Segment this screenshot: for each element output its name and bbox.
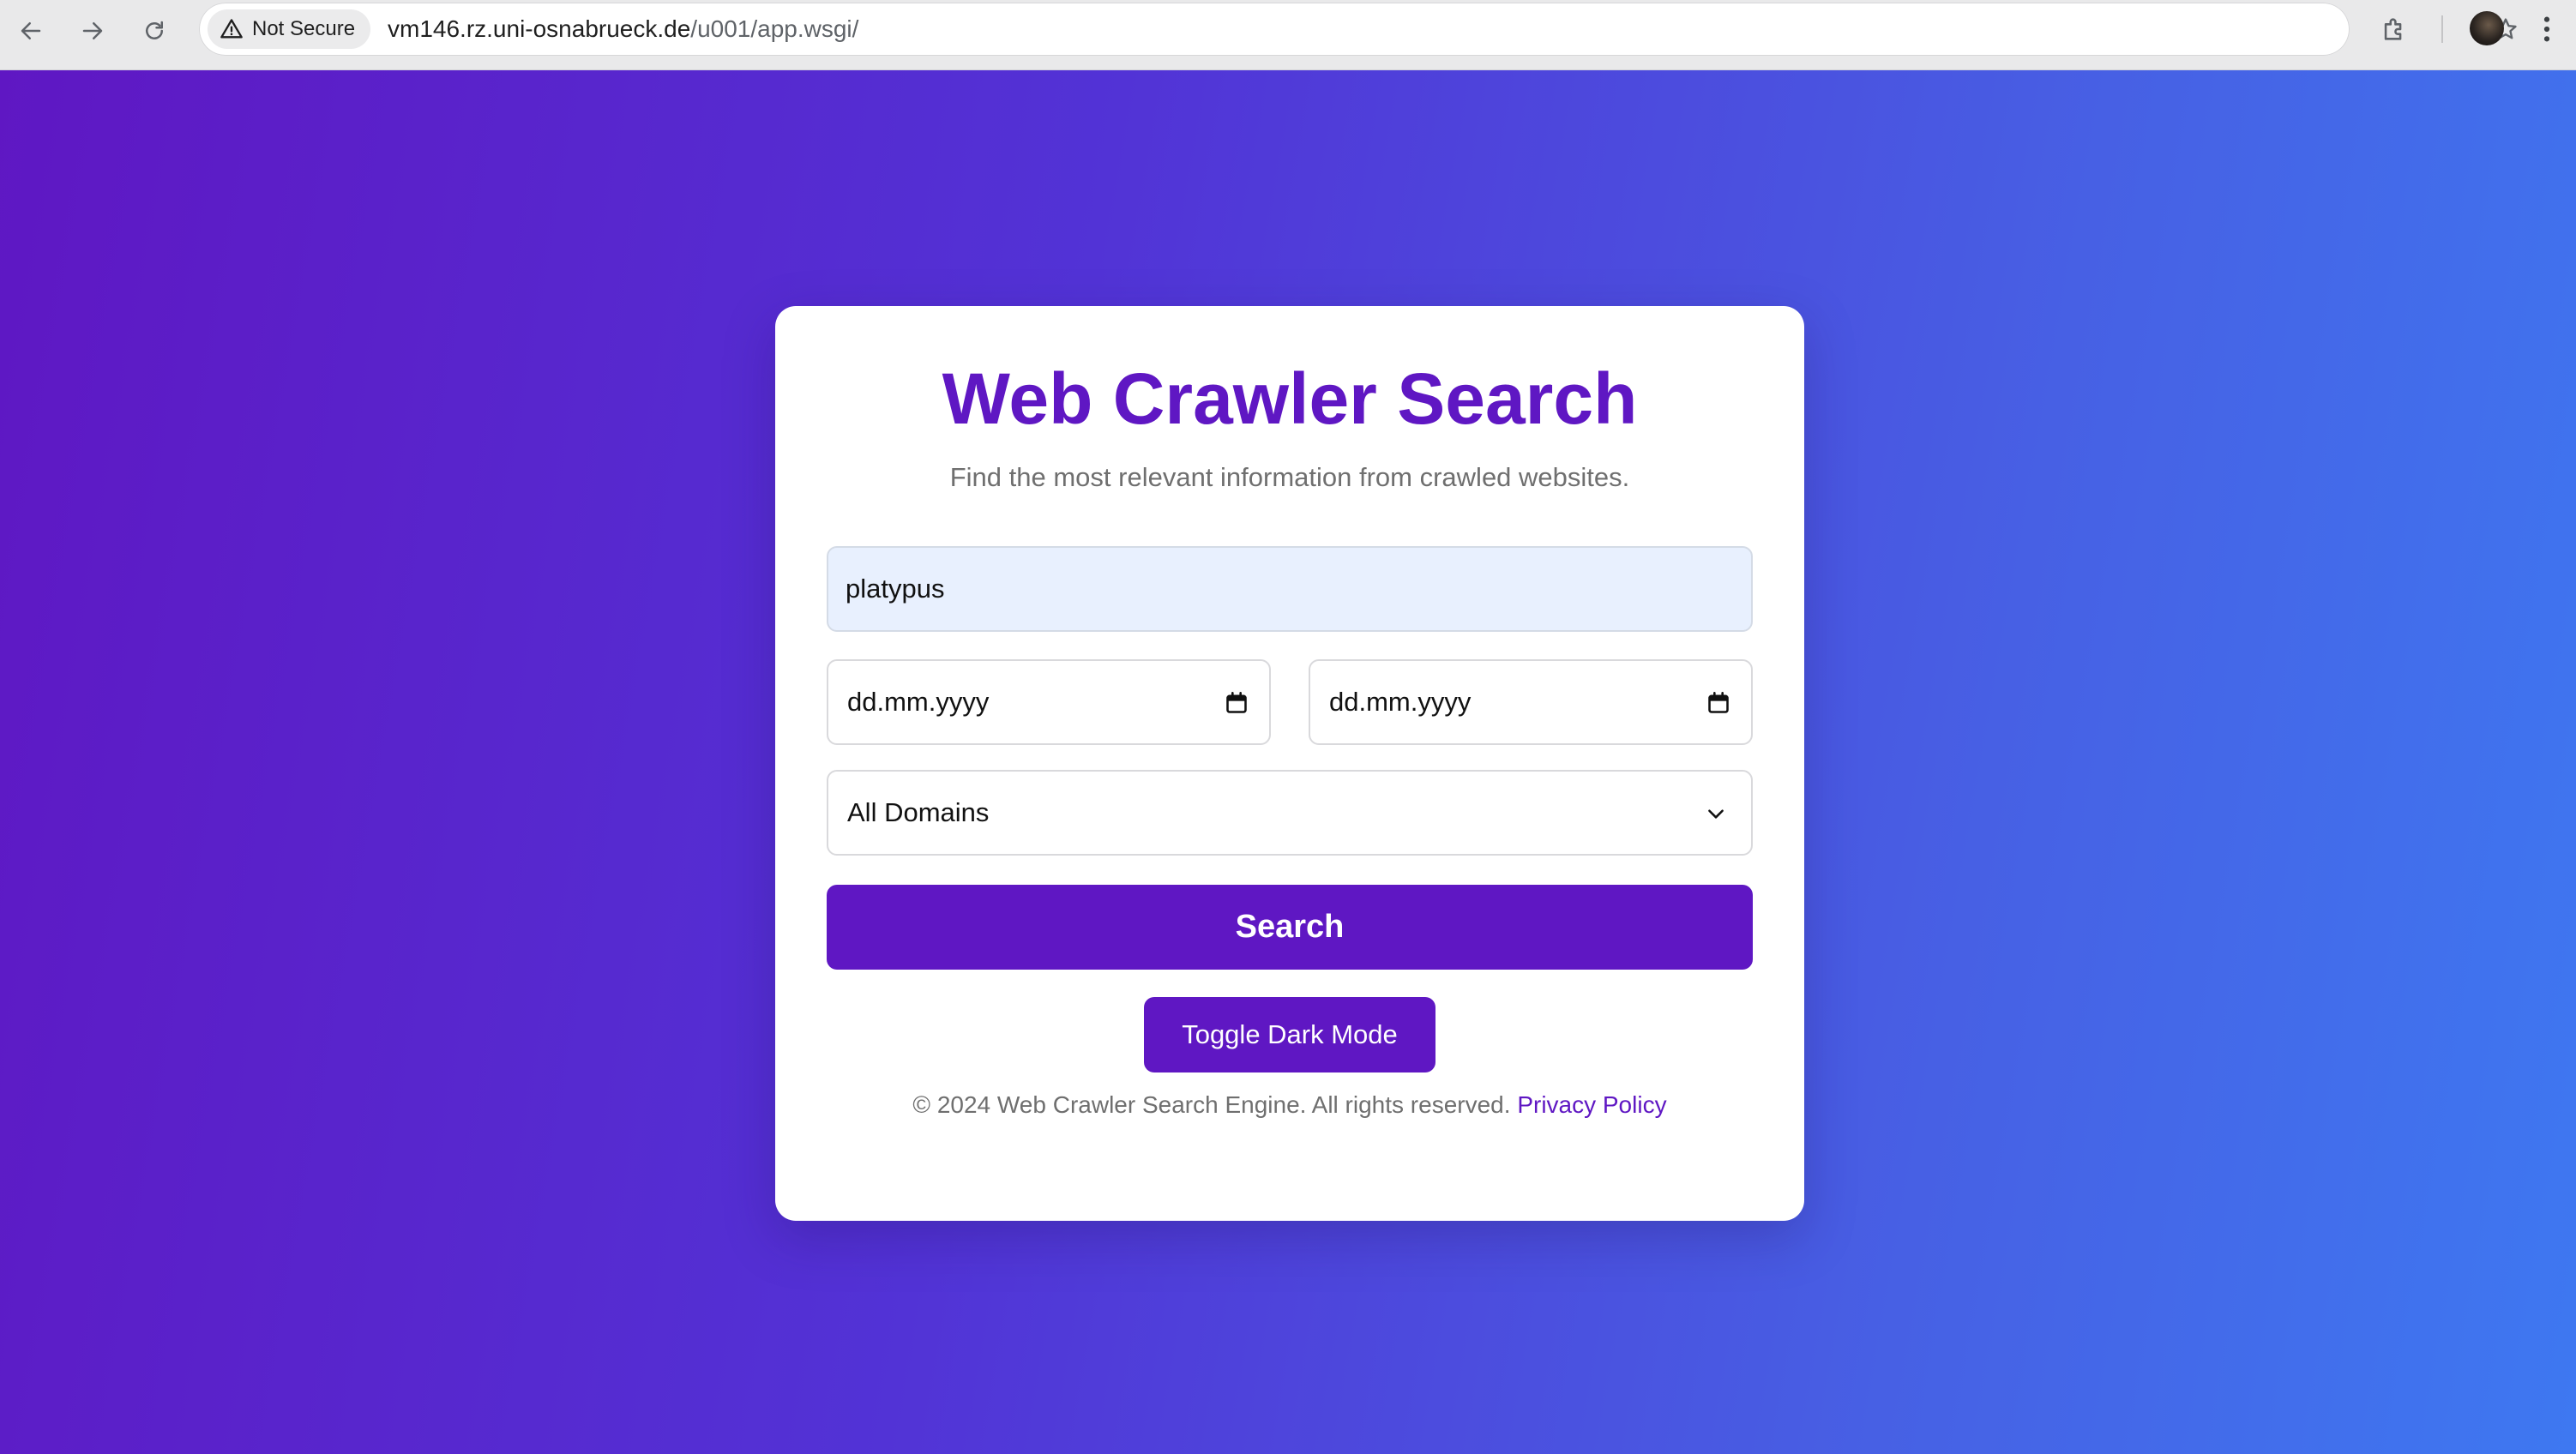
forward-button[interactable] [74,12,111,50]
calendar-icon[interactable] [1225,691,1249,715]
extensions-button[interactable] [2375,10,2413,48]
date-from-placeholder: dd.mm.yyyy [847,687,990,717]
warning-triangle-icon [220,19,243,39]
chevron-down-icon [1708,809,1724,819]
search-button[interactable]: Search [827,885,1753,970]
security-label: Not Secure [252,17,356,40]
search-card: Web Crawler Search Find the most relevan… [775,306,1804,1221]
calendar-icon[interactable] [1706,691,1730,715]
security-indicator[interactable]: Not Secure [208,9,371,49]
date-to-field[interactable]: dd.mm.yyyy [1309,659,1753,745]
reload-button[interactable] [135,12,173,50]
url-path: /u001/app.wsgi/ [690,15,859,42]
address-bar[interactable]: Not Secure vm146.rz.uni-osnabrueck.de/u0… [199,3,2517,56]
footer-copyright: © 2024 Web Crawler Search Engine. All ri… [912,1091,1511,1118]
reload-icon [146,21,163,39]
browser-menu-button[interactable] [2530,10,2564,48]
puzzle-icon [2384,18,2402,40]
page-background: Web Crawler Search Find the most relevan… [0,70,2576,1454]
url-text[interactable]: vm146.rz.uni-osnabrueck.de/u001/app.wsgi… [388,3,858,56]
footer: © 2024 Web Crawler Search Engine. All ri… [775,1088,1804,1122]
back-button[interactable] [12,12,50,50]
domain-select[interactable]: All Domains [827,770,1753,856]
profile-avatar[interactable] [2470,11,2504,45]
privacy-policy-link[interactable]: Privacy Policy [1517,1091,1666,1118]
page-title: Web Crawler Search [942,358,1638,439]
back-arrow-icon [21,22,41,39]
date-from-field[interactable]: dd.mm.yyyy [827,659,1271,745]
kebab-menu-icon [2543,16,2550,42]
forward-arrow-icon [82,22,103,39]
toggle-dark-mode-button[interactable]: Toggle Dark Mode [1144,997,1435,1072]
domain-select-value: All Domains [847,797,990,827]
toolbar-divider [2441,15,2443,43]
search-input[interactable] [827,546,1753,632]
page-subtitle: Find the most relevant information from … [949,462,1630,492]
browser-toolbar: Not Secure vm146.rz.uni-osnabrueck.de/u0… [0,0,2576,70]
date-to-placeholder: dd.mm.yyyy [1329,687,1472,717]
url-host: vm146.rz.uni-osnabrueck.de [388,15,691,42]
